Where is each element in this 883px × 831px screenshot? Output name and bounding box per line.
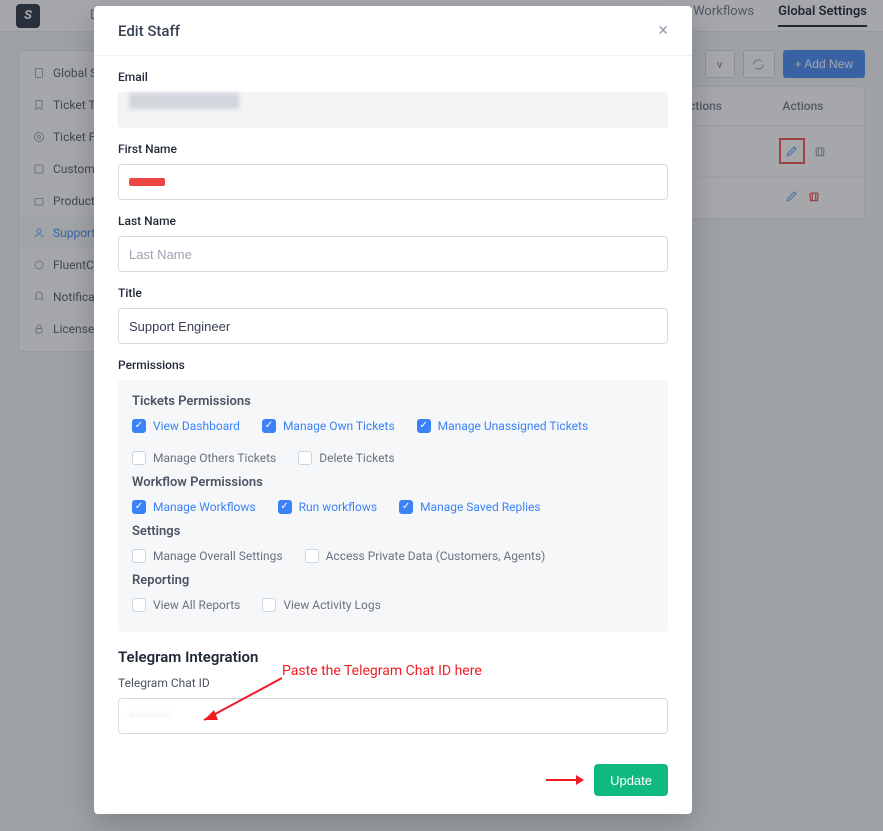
checkbox-label: Manage Overall Settings bbox=[153, 549, 283, 563]
lastname-label: Last Name bbox=[118, 214, 668, 228]
checkbox-label: Manage Others Tickets bbox=[153, 451, 276, 465]
edit-staff-modal: Edit Staff × Email ████████████ First Na… bbox=[94, 6, 692, 814]
checkbox-icon bbox=[399, 500, 413, 514]
update-button[interactable]: Update bbox=[594, 764, 668, 796]
permission-checkbox[interactable]: View Activity Logs bbox=[262, 598, 380, 612]
modal-title: Edit Staff bbox=[118, 22, 180, 40]
checkbox-icon bbox=[132, 451, 146, 465]
permission-checkbox[interactable]: Delete Tickets bbox=[298, 451, 394, 465]
checkbox-icon bbox=[278, 500, 292, 514]
redacted-firstname bbox=[129, 178, 165, 186]
permission-checkbox[interactable]: View Dashboard bbox=[132, 419, 240, 433]
perm-group-heading: Settings bbox=[132, 524, 654, 539]
close-icon[interactable]: × bbox=[658, 20, 668, 41]
title-label: Title bbox=[118, 286, 668, 300]
checkbox-label: View Activity Logs bbox=[283, 598, 380, 612]
checkbox-label: Manage Unassigned Tickets bbox=[438, 419, 589, 433]
perm-group-heading: Reporting bbox=[132, 573, 654, 588]
checkbox-icon bbox=[417, 419, 431, 433]
arrow-icon bbox=[544, 773, 584, 787]
email-label: Email bbox=[118, 70, 668, 84]
perm-group-heading: Workflow Permissions bbox=[132, 475, 654, 490]
checkbox-label: Delete Tickets bbox=[319, 451, 394, 465]
checkbox-label: Access Private Data (Customers, Agents) bbox=[326, 549, 546, 563]
checkbox-label: Manage Workflows bbox=[153, 500, 256, 514]
lastname-field[interactable] bbox=[118, 236, 668, 272]
telegram-chatid-value: • • • • • • bbox=[129, 709, 171, 724]
checkbox-label: Manage Saved Replies bbox=[420, 500, 541, 514]
checkbox-icon bbox=[305, 549, 319, 563]
permission-checkbox[interactable]: Run workflows bbox=[278, 500, 378, 514]
telegram-chatid-field[interactable]: • • • • • • bbox=[118, 698, 668, 734]
checkbox-icon bbox=[132, 419, 146, 433]
checkbox-label: View All Reports bbox=[153, 598, 240, 612]
permission-checkbox[interactable]: Manage Overall Settings bbox=[132, 549, 283, 563]
firstname-field[interactable] bbox=[118, 164, 668, 200]
checkbox-icon bbox=[132, 549, 146, 563]
perm-group-heading: Tickets Permissions bbox=[132, 394, 654, 409]
checkbox-label: Manage Own Tickets bbox=[283, 419, 395, 433]
checkbox-icon bbox=[132, 500, 146, 514]
permissions-box: Tickets Permissions View Dashboard Manage… bbox=[118, 380, 668, 632]
permission-checkbox[interactable]: Manage Own Tickets bbox=[262, 419, 395, 433]
firstname-label: First Name bbox=[118, 142, 668, 156]
email-field: ████████████ bbox=[118, 92, 668, 128]
title-field[interactable] bbox=[118, 308, 668, 344]
permissions-label: Permissions bbox=[118, 358, 668, 372]
permission-checkbox[interactable]: View All Reports bbox=[132, 598, 240, 612]
permission-checkbox[interactable]: Manage Unassigned Tickets bbox=[417, 419, 589, 433]
checkbox-icon bbox=[298, 451, 312, 465]
permission-checkbox[interactable]: Manage Others Tickets bbox=[132, 451, 276, 465]
checkbox-label: Run workflows bbox=[299, 500, 378, 514]
permission-checkbox[interactable]: Access Private Data (Customers, Agents) bbox=[305, 549, 546, 563]
permission-checkbox[interactable]: Manage Workflows bbox=[132, 500, 256, 514]
checkbox-icon bbox=[262, 419, 276, 433]
annotation-text: Paste the Telegram Chat ID here bbox=[282, 663, 482, 679]
permission-checkbox[interactable]: Manage Saved Replies bbox=[399, 500, 541, 514]
checkbox-icon bbox=[132, 598, 146, 612]
checkbox-label: View Dashboard bbox=[153, 419, 240, 433]
checkbox-icon bbox=[262, 598, 276, 612]
